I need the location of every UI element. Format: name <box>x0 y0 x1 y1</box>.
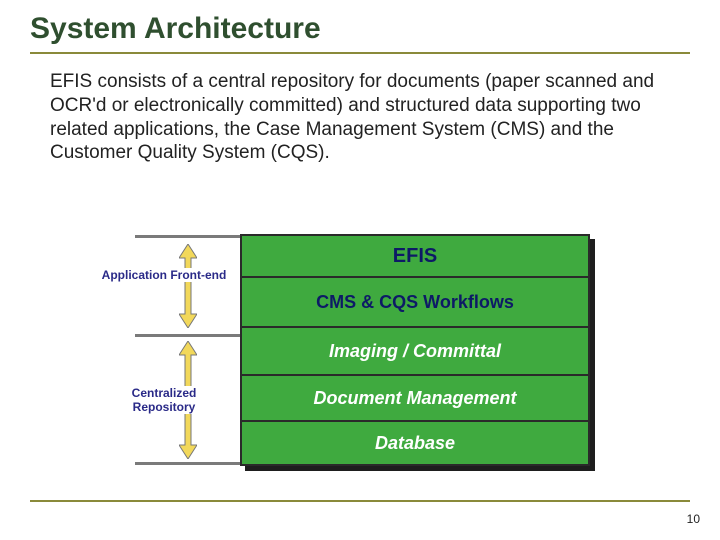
stack-row-workflows: CMS & CQS Workflows <box>242 276 588 326</box>
diagram-left-column: Application Front-end Centralized Reposi… <box>135 235 240 465</box>
page-number: 10 <box>687 512 700 526</box>
stack-row-efis: EFIS <box>242 236 588 276</box>
title-divider <box>30 52 690 54</box>
diagram-stack: EFIS CMS & CQS Workflows Imaging / Commi… <box>240 234 590 466</box>
architecture-diagram: Application Front-end Centralized Reposi… <box>135 225 595 475</box>
diagram-left-divider <box>135 334 240 337</box>
page-title: System Architecture <box>30 12 690 46</box>
diagram-left-label-top: Application Front-end <box>99 268 229 282</box>
bottom-divider <box>30 500 690 502</box>
double-arrow-icon <box>179 244 197 328</box>
slide: System Architecture EFIS consists of a c… <box>0 0 720 540</box>
diagram-left-label-bottom: Centralized Repository <box>99 386 229 414</box>
stack-row-database: Database <box>242 420 588 464</box>
stack-row-docmgmt: Document Management <box>242 374 588 420</box>
stack-row-imaging: Imaging / Committal <box>242 326 588 374</box>
body-text: EFIS consists of a central repository fo… <box>50 70 680 165</box>
